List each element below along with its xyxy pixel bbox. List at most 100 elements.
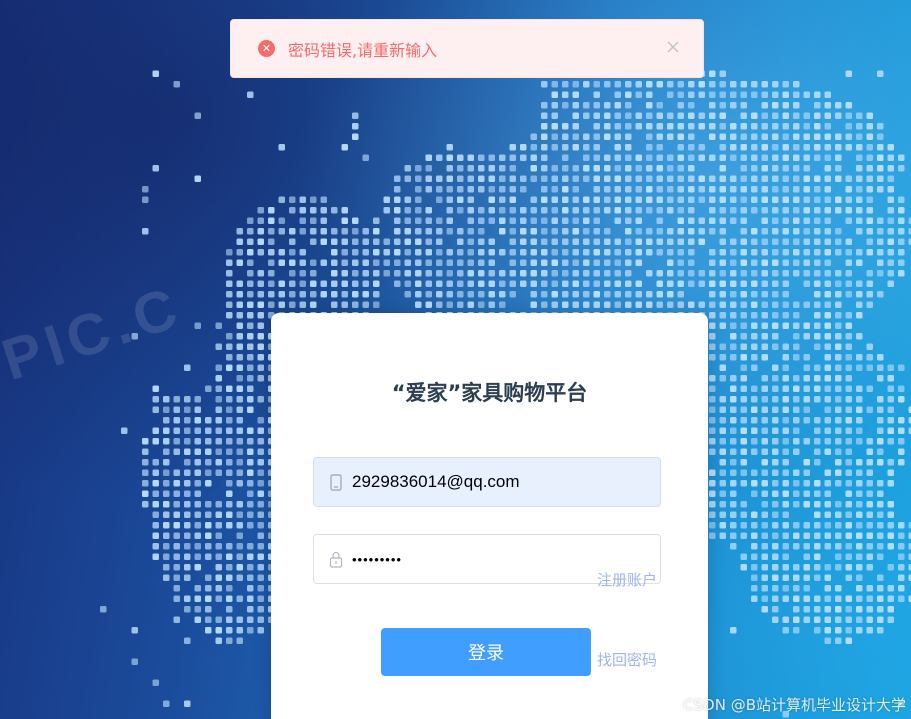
map-dot xyxy=(299,249,306,256)
map-dot xyxy=(646,207,653,214)
map-dot xyxy=(121,427,128,434)
map-dot xyxy=(614,123,621,130)
map-dot xyxy=(782,543,789,550)
map-dot xyxy=(436,249,443,256)
map-dot xyxy=(856,217,863,224)
map-dot xyxy=(614,133,621,140)
map-dot xyxy=(646,165,653,172)
map-dot xyxy=(635,259,642,266)
map-dot xyxy=(625,270,632,277)
map-dot xyxy=(845,249,852,256)
map-dot xyxy=(877,522,884,529)
map-dot xyxy=(604,81,611,88)
map-dot xyxy=(509,144,516,151)
register-link[interactable]: 注册账户 xyxy=(597,569,657,590)
map-dot xyxy=(625,165,632,172)
map-dot xyxy=(404,291,411,298)
map-dot xyxy=(814,259,821,266)
map-dot xyxy=(730,333,737,340)
map-dot xyxy=(656,238,663,245)
map-dot xyxy=(898,165,905,172)
map-dot xyxy=(803,585,810,592)
map-dot xyxy=(562,154,569,161)
map-dot xyxy=(499,154,506,161)
map-dot xyxy=(436,175,443,182)
map-dot xyxy=(698,186,705,193)
map-dot xyxy=(341,238,348,245)
map-dot xyxy=(856,469,863,476)
map-dot xyxy=(719,133,726,140)
map-dot xyxy=(205,417,212,424)
map-dot xyxy=(509,249,516,256)
map-dot xyxy=(719,102,726,109)
map-dot xyxy=(446,217,453,224)
username-input[interactable] xyxy=(352,462,660,502)
map-dot xyxy=(467,196,474,203)
map-dot xyxy=(425,249,432,256)
map-dot xyxy=(824,280,831,287)
map-dot xyxy=(562,133,569,140)
map-dot xyxy=(730,396,737,403)
map-dot xyxy=(205,627,212,634)
map-dot xyxy=(898,574,905,581)
map-dot xyxy=(205,585,212,592)
map-dot xyxy=(635,91,642,98)
map-dot xyxy=(478,270,485,277)
map-dot xyxy=(709,532,716,539)
map-dot xyxy=(362,238,369,245)
map-dot xyxy=(824,385,831,392)
map-dot xyxy=(226,301,233,308)
map-dot xyxy=(782,165,789,172)
map-dot xyxy=(488,165,495,172)
map-dot xyxy=(814,186,821,193)
map-dot xyxy=(772,396,779,403)
close-icon-glyph xyxy=(667,41,679,53)
map-dot xyxy=(194,532,201,539)
map-dot xyxy=(730,343,737,350)
map-dot xyxy=(646,249,653,256)
map-dot xyxy=(446,228,453,235)
map-dot xyxy=(635,112,642,119)
map-dot xyxy=(772,154,779,161)
map-dot xyxy=(436,186,443,193)
map-dot xyxy=(688,186,695,193)
map-dot xyxy=(184,396,191,403)
map-dot xyxy=(887,417,894,424)
map-dot xyxy=(751,417,758,424)
map-dot xyxy=(887,501,894,508)
map-dot xyxy=(467,186,474,193)
map-dot xyxy=(761,606,768,613)
map-dot xyxy=(446,165,453,172)
map-dot xyxy=(803,375,810,382)
map-dot xyxy=(341,144,348,151)
map-dot xyxy=(782,196,789,203)
map-dot xyxy=(614,91,621,98)
map-dot xyxy=(404,238,411,245)
map-dot xyxy=(845,375,852,382)
map-dot xyxy=(772,301,779,308)
map-dot xyxy=(782,564,789,571)
map-dot xyxy=(814,417,821,424)
map-dot xyxy=(299,259,306,266)
map-dot xyxy=(131,627,138,634)
map-dot xyxy=(835,133,842,140)
map-dot xyxy=(866,627,873,634)
map-dot xyxy=(184,511,191,518)
map-dot xyxy=(373,249,380,256)
forgot-password-link[interactable]: 找回密码 xyxy=(597,649,657,670)
map-dot xyxy=(404,259,411,266)
map-dot xyxy=(730,154,737,161)
map-dot xyxy=(205,532,212,539)
map-dot xyxy=(142,448,149,455)
map-dot xyxy=(677,133,684,140)
map-dot xyxy=(593,91,600,98)
login-button[interactable]: 登录 xyxy=(381,628,591,676)
username-field[interactable] xyxy=(313,457,661,507)
map-dot xyxy=(488,175,495,182)
map-dot xyxy=(782,375,789,382)
close-icon[interactable] xyxy=(664,38,682,56)
map-dot xyxy=(719,259,726,266)
map-dot xyxy=(866,543,873,550)
map-dot xyxy=(656,249,663,256)
map-dot xyxy=(866,564,873,571)
